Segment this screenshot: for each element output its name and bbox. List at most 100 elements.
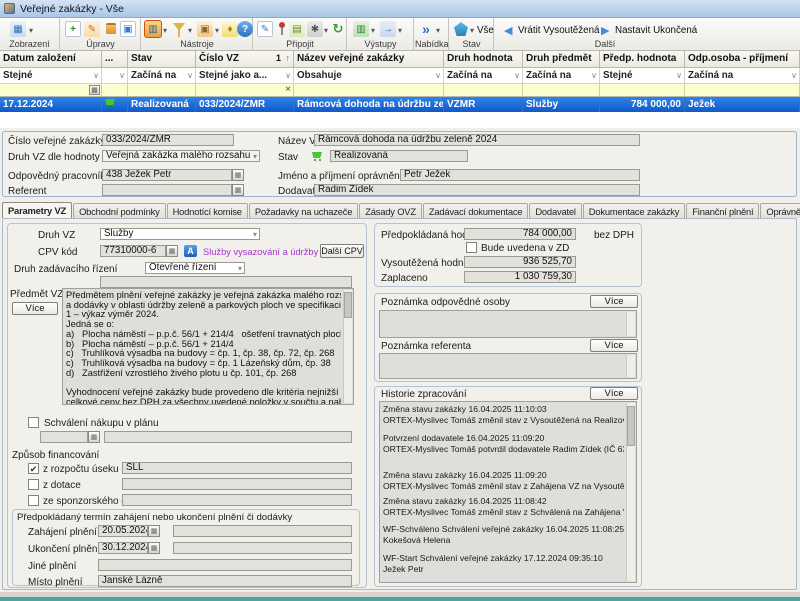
chevron-down-icon[interactable]: ▾ [253, 152, 257, 162]
back-arrow-icon[interactable]: ◀ [504, 24, 512, 37]
column-header-predp-hodnota[interactable]: Předp. hodnota [600, 51, 685, 68]
cislo-vz-field[interactable]: 033/2024/ZMR [102, 134, 234, 146]
chevron-down-icon[interactable]: ▾ [238, 264, 242, 274]
lookup-button[interactable]: ▦ [88, 431, 100, 443]
fin-dotace-checkbox[interactable] [28, 479, 39, 490]
tab-financni-plneni[interactable]: Finanční plnění [686, 203, 759, 218]
chevron-down-icon[interactable]: ∨ [676, 71, 682, 80]
refresh-icon[interactable]: ↻ [330, 21, 346, 37]
cell-datum[interactable]: 17.12.2024 [0, 97, 102, 112]
scrollbar[interactable] [626, 312, 635, 336]
chevron-down-icon[interactable]: ∨ [285, 71, 291, 80]
dalsi-cpv-button[interactable]: Další CPV [320, 244, 364, 258]
poznamka-odp-textarea[interactable] [379, 310, 637, 338]
druh-rizeni-dropdown[interactable]: Otevřené řízení▾ [145, 262, 245, 274]
form-icon[interactable]: ▤ [289, 21, 305, 37]
filter-operator[interactable]: Začíná na∨ [523, 68, 600, 84]
filter-icon[interactable] [173, 23, 185, 31]
misto-plneni-field[interactable]: Janské Lázně [98, 575, 352, 587]
tab-hodnotici-komise[interactable]: Hodnotící komise [167, 203, 248, 218]
chevron-down-icon[interactable]: ▾ [29, 26, 33, 35]
chevron-down-icon[interactable]: ∨ [435, 71, 441, 80]
schvaleni-desc-field[interactable] [104, 431, 352, 443]
calendar-icon[interactable]: ▦ [148, 525, 160, 537]
scrollbar[interactable] [343, 290, 352, 403]
tab-obchodni-podminky[interactable]: Obchodní podmínky [73, 203, 166, 218]
delete-record-icon[interactable] [106, 23, 116, 34]
cell-cislo-vz[interactable]: 033/2024/ZMR [196, 97, 294, 112]
filter-operator[interactable]: Stejné jako a...∨ [196, 68, 294, 84]
filter-input[interactable] [102, 84, 128, 97]
fin-useku-checkbox[interactable]: ✔ [28, 463, 39, 474]
cell-predp-hodnota[interactable]: 784 000,00 [600, 97, 685, 112]
dodavatel-field[interactable]: Radim Zídek [314, 184, 640, 196]
stav-field[interactable]: Realizovaná [330, 150, 468, 162]
druh-vz-dropdown[interactable]: Služby▾ [100, 228, 260, 240]
column-header-datum[interactable]: Datum založení [0, 51, 102, 68]
new-record-icon[interactable]: + [65, 21, 81, 37]
chevron-down-icon[interactable]: ▾ [371, 26, 375, 35]
table-row-selected[interactable]: 17.12.2024 Realizovaná 033/2024/ZMR Rámc… [0, 97, 800, 112]
state-pentagon-icon[interactable] [454, 22, 468, 36]
filter-operator[interactable]: Obsahuje∨ [294, 68, 444, 84]
vysoutezena-field[interactable]: 936 525,70 [464, 256, 576, 268]
tab-zasady-ovz[interactable]: Zásady OVZ [359, 203, 422, 218]
predmet-vz-textarea[interactable]: Předmětem plnění veřejné zakázky je veře… [62, 288, 354, 405]
gear-icon[interactable]: ✱ [307, 21, 323, 37]
odpovedny-pracovnik-field[interactable]: 438 Ježek Petr [102, 169, 232, 181]
filter-input[interactable] [523, 84, 600, 97]
lookup-button[interactable]: ▦ [232, 184, 244, 196]
zahajeni-extra-field[interactable] [173, 525, 352, 537]
vratit-vysoutezena-button[interactable]: Vrátit Vysoutěžená [518, 25, 600, 36]
workflow-key-icon[interactable]: ♦ [222, 21, 238, 37]
lookup-icon[interactable]: ▦ [89, 85, 100, 95]
nazev-vz-field[interactable]: Rámcová dohoda na údržbu zeleně 2024 [314, 134, 640, 146]
copy-record-icon[interactable]: ▣ [120, 21, 136, 37]
snapshot-icon[interactable]: ▣ [197, 21, 213, 37]
filter-input[interactable]: ▦ [0, 84, 102, 97]
column-header-druh-hodnota[interactable]: Druh hodnota [444, 51, 523, 68]
chevron-down-icon[interactable]: ∨ [93, 71, 99, 80]
column-header-icon[interactable]: ... [102, 51, 128, 68]
fin-daru-field[interactable] [122, 494, 352, 506]
nastavit-ukoncena-button[interactable]: Nastavit Ukončená [615, 25, 697, 36]
tab-dodavatel[interactable]: Dodavatel [529, 203, 581, 218]
rizeni-extra-field[interactable] [100, 276, 352, 288]
tab-opravnene-osoby[interactable]: Oprávněné osoby [760, 203, 800, 218]
druh-vz-hodnoty-dropdown[interactable]: Veřejná zakázka malého rozsahu▾ [102, 150, 260, 162]
filter-input[interactable] [128, 84, 196, 97]
tab-parametry-vz[interactable]: Parametry VZ [2, 202, 72, 218]
filter-input[interactable] [600, 84, 685, 97]
chevron-down-icon[interactable]: ▾ [470, 26, 474, 35]
chevron-down-icon[interactable]: ▾ [253, 230, 257, 240]
ukonceni-extra-field[interactable] [173, 542, 352, 554]
chevron-down-icon[interactable]: ∨ [187, 71, 193, 80]
menu-arrows-icon[interactable]: » [418, 21, 434, 37]
cell-icon[interactable] [102, 97, 128, 112]
chevron-down-icon[interactable]: ▾ [163, 26, 167, 35]
scrollbar[interactable] [626, 403, 635, 581]
filter-input[interactable] [444, 84, 523, 97]
chevron-down-icon[interactable]: ∨ [591, 71, 597, 80]
forward-arrow-icon[interactable]: ▶ [601, 24, 609, 37]
historie-textarea[interactable]: Změna stavu zakázky 16.04.2025 11:10:03O… [379, 401, 637, 583]
referent-field[interactable] [102, 184, 232, 196]
cell-druh-predmet[interactable]: Služby [523, 97, 600, 112]
chevron-down-icon[interactable]: ∨ [514, 71, 520, 80]
predmet-vice-button[interactable]: Více [12, 302, 58, 315]
export-icon[interactable]: ▥ [353, 21, 369, 37]
column-header-druh-predmet[interactable]: Druh předmět [523, 51, 600, 68]
tab-pozadavky-na-uchazece[interactable]: Požadavky na uchazeče [249, 203, 358, 218]
chevron-down-icon[interactable]: ∨ [791, 71, 797, 80]
opravnena-osoba-field[interactable]: Petr Ježek [400, 169, 640, 181]
cell-nazev[interactable]: Rámcová dohoda na údržbu zeleně … [294, 97, 444, 112]
chevron-down-icon[interactable]: ▾ [188, 26, 192, 35]
tab-dokumentace-zakazky[interactable]: Dokumentace zakázky [583, 203, 686, 218]
display-icon[interactable]: ▦ [10, 21, 26, 37]
pin-icon[interactable] [279, 22, 285, 28]
filter-input[interactable]: × [196, 84, 294, 97]
cpv-catalog-icon[interactable]: A [184, 245, 197, 257]
lookup-button[interactable]: ▦ [232, 169, 244, 181]
column-header-nazev[interactable]: Název veřejné zakázky [294, 51, 444, 68]
fin-daru-checkbox[interactable] [28, 495, 39, 506]
